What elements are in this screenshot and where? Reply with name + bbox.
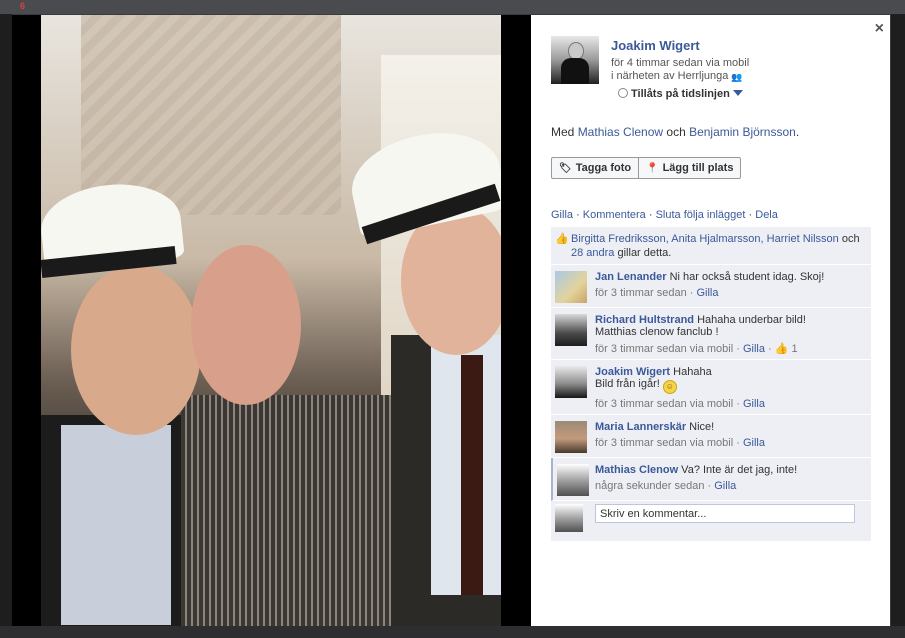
comment-text: Ni har också student idag. Skoj! bbox=[666, 271, 825, 283]
notification-badge[interactable]: 6 bbox=[20, 1, 30, 11]
add-place-button[interactable]: 📍 Lägg till plats bbox=[638, 158, 740, 178]
likers-names[interactable]: Birgitta Fredriksson, Anita Hjalmarsson,… bbox=[571, 233, 839, 245]
comment-author[interactable]: Richard Hultstrand bbox=[595, 314, 694, 326]
photo-sidebar: × Joakim Wigert för 4 timmar sedan via m… bbox=[531, 15, 890, 626]
commenter-avatar[interactable] bbox=[555, 314, 587, 346]
thumbs-up-icon: 👍 bbox=[774, 343, 789, 355]
comment-meta: för 3 timmar sedan · Gilla bbox=[595, 287, 865, 299]
backdrop-bottom bbox=[0, 626, 905, 638]
with-suffix: . bbox=[795, 125, 800, 139]
post-actions: Gilla · Kommentera · Sluta följa inlägge… bbox=[551, 209, 778, 221]
feedback-box: 👍 Birgitta Fredriksson, Anita Hjalmarsso… bbox=[551, 227, 871, 541]
photo-shirt-center bbox=[181, 395, 391, 626]
avatar-body bbox=[561, 58, 589, 84]
comment-author[interactable]: Mathias Clenow bbox=[595, 464, 678, 476]
comment-meta: för 3 timmar sedan via mobil · Gilla · 👍… bbox=[595, 342, 865, 355]
add-place-label: Lägg till plats bbox=[662, 162, 734, 174]
comment-meta: för 3 timmar sedan via mobil · Gilla bbox=[595, 437, 865, 449]
sep: · bbox=[573, 209, 583, 221]
comment-time[interactable]: för 3 timmar sedan via mobil · bbox=[595, 343, 743, 355]
backdrop-left bbox=[0, 14, 12, 638]
comment-time[interactable]: några sekunder sedan · bbox=[595, 480, 714, 492]
comment-like-link[interactable]: Gilla bbox=[714, 480, 736, 492]
comment-text: Hahaha underbar bild! bbox=[694, 314, 806, 326]
photo-face-left bbox=[71, 265, 201, 435]
comment-text: Va? Inte är det jag, inte! bbox=[678, 464, 798, 476]
likes-suffix: gillar detta. bbox=[614, 247, 672, 259]
comment-time[interactable]: för 3 timmar sedan via mobil · bbox=[595, 437, 743, 449]
timeline-visibility-toggle[interactable]: Tillåts på tidslinjen bbox=[618, 88, 743, 100]
post-location: i närheten av Herrljunga 👥 bbox=[611, 70, 743, 82]
commenter-avatar[interactable] bbox=[555, 421, 587, 453]
with-and: och bbox=[663, 125, 690, 139]
likes-summary: 👍 Birgitta Fredriksson, Anita Hjalmarsso… bbox=[551, 227, 871, 265]
commenter-avatar[interactable] bbox=[557, 464, 589, 496]
comment-item: Joakim Wigert Hahaha Bild från igår! ☺ fö… bbox=[551, 360, 871, 415]
comment-text-line2-text: Bild från igår! bbox=[595, 378, 660, 390]
with-prefix: Med bbox=[551, 125, 578, 139]
photo-stage[interactable] bbox=[12, 15, 531, 626]
comment-like-link[interactable]: Gilla bbox=[743, 437, 765, 449]
photo-face-center bbox=[191, 245, 301, 405]
people-icon: 👥 bbox=[731, 71, 743, 82]
photo-shirt-left bbox=[61, 425, 171, 625]
chevron-down-icon bbox=[732, 90, 743, 96]
tag-icon: 🏷 bbox=[559, 162, 572, 174]
comment-item: Jan Lenander Ni har också student idag. … bbox=[551, 265, 871, 308]
comment-author[interactable]: Maria Lannerskär bbox=[595, 421, 686, 433]
post-time[interactable]: för 4 timmar sedan via mobil bbox=[611, 57, 749, 69]
close-icon[interactable]: × bbox=[875, 21, 884, 37]
commenter-avatar[interactable] bbox=[555, 271, 587, 303]
comment-item: Maria Lannerskär Nice! för 3 timmar seda… bbox=[551, 415, 871, 458]
comment-text: Nice! bbox=[686, 421, 715, 433]
tagged-person-2[interactable]: Benjamin Björnsson bbox=[689, 125, 796, 139]
tagged-person-1[interactable]: Mathias Clenow bbox=[578, 125, 663, 139]
photo-button-group: 🏷 Tagga foto 📍 Lägg till plats bbox=[551, 157, 742, 179]
write-comment-row bbox=[551, 501, 871, 541]
owner-avatar[interactable] bbox=[551, 36, 599, 84]
backdrop-right bbox=[891, 14, 905, 638]
comment-meta: för 3 timmar sedan via mobil · Gilla bbox=[595, 398, 865, 410]
post-location-text[interactable]: i närheten av Herrljunga bbox=[611, 70, 728, 82]
commenter-avatar[interactable] bbox=[555, 366, 587, 398]
sep: · bbox=[745, 209, 756, 221]
likers-others-link[interactable]: 28 andra bbox=[571, 247, 614, 259]
comment-author[interactable]: Joakim Wigert bbox=[595, 366, 670, 378]
comment-text-line2: Bild från igår! ☺ bbox=[595, 378, 865, 394]
current-user-avatar bbox=[555, 504, 583, 532]
likes-and: och bbox=[838, 233, 860, 245]
comment-item: Mathias Clenow Va? Inte är det jag, inte… bbox=[551, 458, 871, 501]
unfollow-link[interactable]: Sluta följa inlägget bbox=[656, 209, 746, 221]
tagged-with-line: Med Mathias Clenow och Benjamin Björnsso… bbox=[551, 125, 799, 139]
share-link[interactable]: Dela bbox=[755, 209, 778, 221]
like-link[interactable]: Gilla bbox=[551, 209, 573, 221]
thumbs-up-icon: 👍 bbox=[555, 233, 569, 245]
radio-icon bbox=[618, 88, 628, 98]
comment-link[interactable]: Kommentera bbox=[583, 209, 646, 221]
owner-name-link[interactable]: Joakim Wigert bbox=[611, 38, 700, 53]
comment-like-link[interactable]: Gilla bbox=[743, 343, 765, 355]
comment-like-link[interactable]: Gilla bbox=[743, 398, 765, 410]
location-pin-icon: 📍 bbox=[646, 162, 659, 174]
comment-time[interactable]: för 3 timmar sedan · bbox=[595, 287, 696, 299]
comment-like-link[interactable]: Gilla bbox=[696, 287, 718, 299]
sep: · bbox=[764, 343, 775, 355]
timeline-toggle-label: Tillåts på tidslinjen bbox=[631, 88, 730, 100]
top-bar: 6 bbox=[0, 0, 905, 14]
comment-text: Hahaha bbox=[670, 366, 712, 378]
sep: · bbox=[645, 209, 656, 221]
tag-photo-label: Tagga foto bbox=[575, 162, 632, 174]
comment-like-count[interactable]: 1 bbox=[792, 343, 798, 355]
comment-input[interactable] bbox=[595, 504, 855, 523]
photo[interactable] bbox=[41, 15, 501, 626]
comment-time[interactable]: för 3 timmar sedan via mobil · bbox=[595, 398, 743, 410]
comment-author[interactable]: Jan Lenander bbox=[595, 271, 667, 283]
comment-meta: några sekunder sedan · Gilla bbox=[595, 480, 865, 492]
comment-item: Richard Hultstrand Hahaha underbar bild!… bbox=[551, 308, 871, 360]
smiley-icon: ☺ bbox=[662, 380, 677, 394]
photo-tie bbox=[461, 355, 483, 595]
comment-text-line2: Matthias clenow fanclub ! bbox=[595, 326, 719, 338]
tag-photo-button[interactable]: 🏷 Tagga foto bbox=[552, 158, 638, 178]
